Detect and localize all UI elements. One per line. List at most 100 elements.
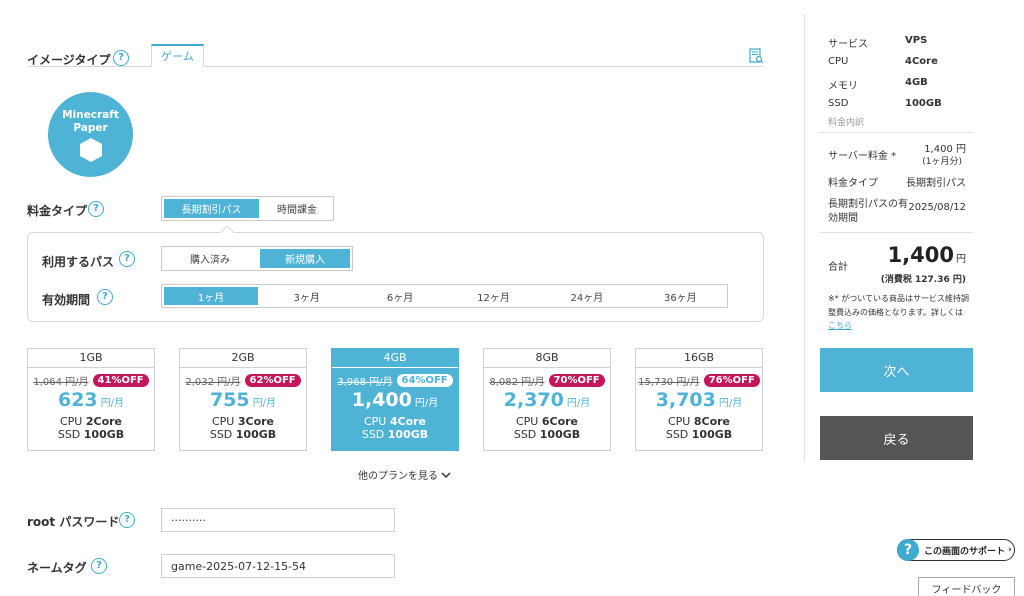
back-button[interactable]: 戻る (820, 416, 973, 460)
ssd-label: SSD (513, 428, 540, 441)
fee-note-2: 整費込みの価格となります。詳しくは (828, 308, 963, 317)
minecraft-paper-logo[interactable]: Minecraft Paper (48, 92, 133, 177)
total-label: 合計 (828, 262, 848, 273)
period-option-12[interactable]: 12ヶ月 (447, 285, 540, 307)
ssd-label: SSD (361, 428, 388, 441)
plan-price-unit: 円/月 (252, 398, 277, 409)
name-tag-help-icon[interactable]: ? (91, 558, 107, 574)
cpu-label: CPU (515, 415, 542, 428)
total-unit: 円 (956, 254, 966, 265)
summary-ssd-key: SSD (828, 98, 849, 109)
cpu-label: CPU (211, 415, 238, 428)
document-search-icon[interactable] (749, 48, 764, 64)
question-icon[interactable]: ? (897, 539, 919, 561)
details-link[interactable]: こちら (828, 320, 852, 331)
plan-old-price: 2,032 円/月 (185, 376, 241, 388)
cpu-label: CPU (667, 415, 694, 428)
summary-service-key: サービス (828, 39, 868, 50)
chevron-right-icon: › (1008, 545, 1012, 555)
plan-card-1gb[interactable]: 1GB 1,064 円/月 41%OFF 623 円/月 CPU 2Core SSD… (27, 348, 155, 451)
summary-cpu-val: 4Core (905, 56, 938, 67)
panel-pointer (220, 226, 234, 234)
plan-price-unit: 円/月 (414, 398, 439, 409)
period-help-icon[interactable]: ? (97, 289, 113, 305)
next-button[interactable]: 次へ (820, 348, 973, 392)
summary-service-val: VPS (905, 35, 928, 46)
cube-icon (80, 138, 102, 162)
plan-title: 16GB (636, 349, 762, 368)
root-password-label: root パスワード (27, 515, 120, 529)
ssd-label: SSD (57, 428, 84, 441)
plan-price: 623 (57, 389, 98, 411)
plan-price: 1,400 (351, 389, 412, 411)
more-plans-link[interactable]: 他のプランを見る (358, 467, 451, 482)
summary-divider-2 (820, 232, 973, 233)
period-option-36[interactable]: 36ヶ月 (634, 285, 727, 307)
total-value: 1,400 (887, 243, 954, 267)
discount-badge: 41%OFF (92, 373, 149, 387)
pricing-type-toggle: 長期割引パス 時間課金 (161, 196, 334, 221)
period-option-6[interactable]: 6ヶ月 (353, 285, 446, 307)
fee-note-1: ※* がついている商品はサービス維持調 (828, 294, 970, 303)
pass-toggle: 購入済み 新規購入 (161, 246, 353, 271)
feedback-button[interactable]: フィードバック (918, 577, 1015, 596)
plan-card-2gb[interactable]: 2GB 2,032 円/月 62%OFF 755 円/月 CPU 3Core SSD… (179, 348, 307, 451)
root-password-help-icon[interactable]: ? (119, 512, 135, 528)
period-toggle: 1ヶ月 3ヶ月 6ヶ月 12ヶ月 24ヶ月 36ヶ月 (161, 284, 728, 308)
pricing-type-help-icon[interactable]: ? (88, 201, 104, 217)
plan-old-price: 8,082 円/月 (489, 376, 545, 388)
breakdown-label: 料金内訳 (828, 118, 865, 128)
plan-ssd: 100GB (691, 428, 733, 441)
pricing-option-hourly[interactable]: 時間課金 (261, 197, 333, 220)
discount-badge: 70%OFF (548, 373, 605, 387)
tab-divider (27, 66, 763, 67)
plan-cpu: 3Core (237, 415, 275, 428)
summary-type-label: 料金タイプ (828, 178, 878, 189)
cpu-label: CPU (59, 415, 86, 428)
plan-cpu: 6Core (541, 415, 579, 428)
discount-badge: 64%OFF (396, 373, 453, 387)
plan-ssd: 100GB (387, 428, 429, 441)
more-plans-label: 他のプランを見る (358, 471, 438, 482)
image-type-help-icon[interactable]: ? (113, 50, 129, 66)
pass-option-purchased[interactable]: 購入済み (162, 247, 258, 270)
plan-old-price: 3,968 円/月 (337, 376, 393, 388)
pricing-option-long-term[interactable]: 長期割引パス (164, 199, 259, 218)
plan-price-unit: 円/月 (100, 398, 125, 409)
plan-cpu: 4Core (389, 415, 427, 428)
total-amount: 1,400 円 (880, 243, 966, 267)
root-password-input[interactable]: ·········· (161, 508, 395, 532)
summary-memory-val: 4GB (905, 77, 928, 88)
plan-card-4gb[interactable]: 4GB 3,968 円/月 64%OFF 1,400 円/月 CPU 4Core S… (331, 348, 459, 451)
pass-settings-panel (27, 232, 764, 322)
plan-ssd: 100GB (235, 428, 277, 441)
server-fee-note: (1ヶ月分) (922, 157, 962, 167)
summary-divider (820, 132, 973, 133)
pricing-type-label: 料金タイプ (27, 204, 88, 218)
plan-card-16gb[interactable]: 16GB 15,730 円/月 76%OFF 3,703 円/月 CPU 8Core… (635, 348, 763, 451)
plan-cpu: 2Core (85, 415, 123, 428)
pass-option-new[interactable]: 新規購入 (260, 249, 350, 268)
plan-ssd: 100GB (83, 428, 125, 441)
period-option-3[interactable]: 3ヶ月 (260, 285, 353, 307)
plan-price-unit: 円/月 (718, 398, 743, 409)
expiry-value: 2025/08/12 (908, 202, 966, 213)
plan-price: 3,703 (655, 389, 716, 411)
plan-card-8gb[interactable]: 8GB 8,082 円/月 70%OFF 2,370 円/月 CPU 6Core S… (483, 348, 611, 451)
pass-help-icon[interactable]: ? (119, 251, 135, 267)
period-option-24[interactable]: 24ヶ月 (540, 285, 633, 307)
summary-ssd-val: 100GB (905, 98, 942, 109)
pass-label: 利用するパス (42, 255, 115, 269)
summary-memory-key: メモリ (828, 81, 858, 92)
tab-game[interactable]: ゲーム (151, 44, 204, 67)
expiry-label-2: 効期間 (828, 213, 858, 224)
logo-line-2: Paper (73, 122, 108, 134)
server-fee-value: 1,400 円 (924, 144, 966, 155)
plan-old-price: 1,064 円/月 (33, 376, 89, 388)
plan-cpu: 8Core (693, 415, 731, 428)
cpu-label: CPU (363, 415, 390, 428)
plan-price: 2,370 (503, 389, 564, 411)
period-option-1[interactable]: 1ヶ月 (164, 287, 258, 305)
plan-ssd: 100GB (539, 428, 581, 441)
name-tag-input[interactable]: game-2025-07-12-15-54 (161, 554, 395, 578)
